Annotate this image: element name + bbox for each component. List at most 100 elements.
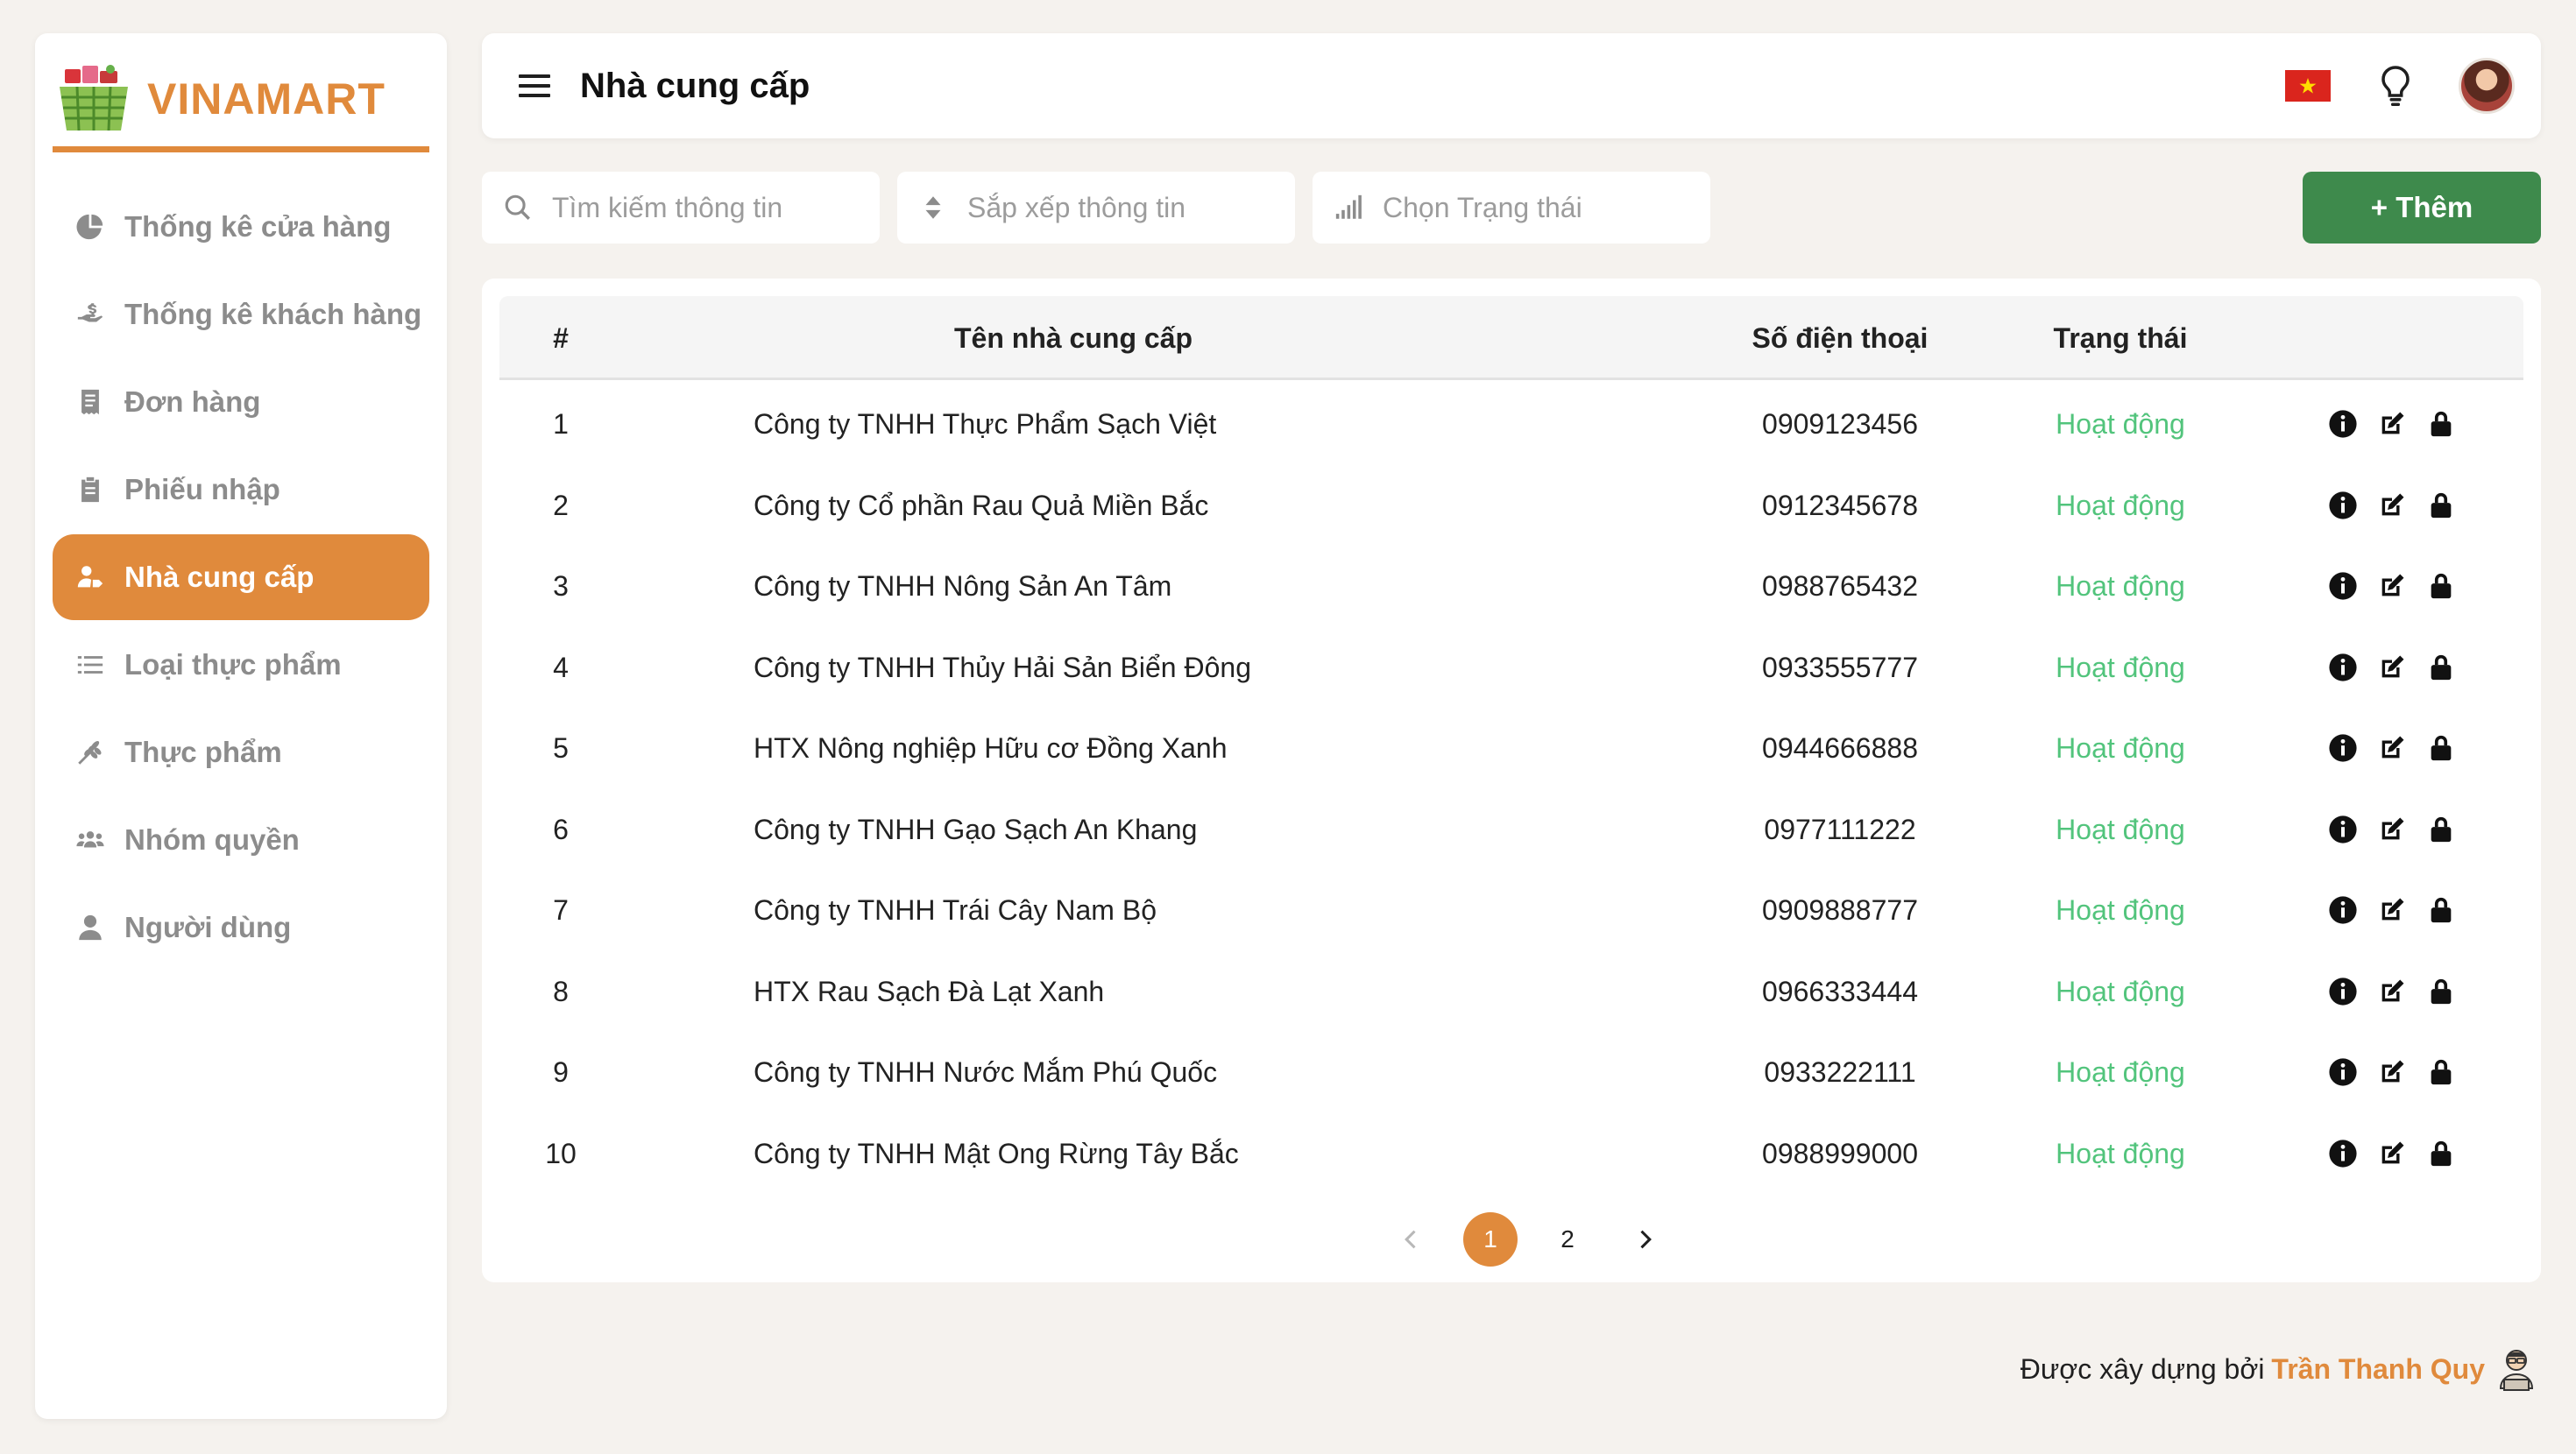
lock-button[interactable] (2426, 895, 2456, 925)
row-actions (2287, 1032, 2497, 1112)
sidebar-item-label: Người dùng (124, 911, 292, 943)
clipboard-icon (74, 473, 107, 506)
supplier-phone: 0966333444 (1762, 975, 1918, 1007)
list-icon (74, 648, 107, 681)
status-badge: Hoạt động (2056, 489, 2185, 521)
row-index: 8 (553, 975, 569, 1007)
info-button[interactable] (2328, 815, 2358, 844)
row-actions (2287, 1113, 2497, 1194)
hand-dollar-icon (74, 298, 107, 331)
sidebar-item-label: Phiếu nhập (124, 473, 280, 505)
hamburger-icon (519, 74, 550, 97)
lock-button[interactable] (2426, 815, 2456, 844)
edit-button[interactable] (2377, 733, 2407, 763)
table-row: 6 Công ty TNHH Gạo Sạch An Khang 0977111… (499, 789, 2523, 870)
sidebar-item-food-categories[interactable]: Loại thực phẩm (53, 622, 429, 708)
status-badge: Hoạt động (2056, 732, 2185, 764)
supplier-name: Công ty TNHH Thủy Hải Sản Biển Đông (754, 651, 1251, 683)
info-button[interactable] (2328, 409, 2358, 439)
lock-icon (2431, 492, 2452, 518)
info-button[interactable] (2328, 733, 2358, 763)
edit-button[interactable] (2377, 653, 2407, 682)
sidebar-item-suppliers[interactable]: Nhà cung cấp (53, 534, 429, 620)
lock-icon (2431, 735, 2452, 761)
receipt-icon (74, 385, 107, 419)
status-badge: Hoạt động (2056, 1137, 2185, 1169)
row-actions (2287, 627, 2497, 708)
status-badge: Hoạt động (2056, 975, 2185, 1007)
status-placeholder: Chọn Trạng thái (1383, 191, 1582, 223)
lock-button[interactable] (2426, 1057, 2456, 1087)
supplier-phone: 0933555777 (1762, 651, 1918, 683)
info-button[interactable] (2328, 1057, 2358, 1087)
user-avatar[interactable] (2459, 58, 2515, 114)
edit-icon (2381, 817, 2404, 839)
lock-icon (2431, 1140, 2452, 1166)
sidebar-item-label: Loại thực phẩm (124, 648, 342, 681)
sidebar-item-import-receipts[interactable]: Phiếu nhập (53, 447, 429, 533)
lock-button[interactable] (2426, 409, 2456, 439)
info-button[interactable] (2328, 1139, 2358, 1168)
row-index: 2 (553, 489, 569, 521)
lock-button[interactable] (2426, 653, 2456, 682)
sidebar-item-store-stats[interactable]: Thống kê cửa hàng (53, 184, 429, 270)
sort-select[interactable]: Sắp xếp thông tin (897, 172, 1295, 244)
page-button-1[interactable]: 1 (1463, 1212, 1518, 1267)
info-icon (2329, 977, 2357, 1006)
edit-button[interactable] (2377, 895, 2407, 925)
add-supplier-button[interactable]: + Thêm (2303, 172, 2541, 244)
menu-toggle-button[interactable] (517, 68, 552, 103)
sidebar-item-customer-stats[interactable]: Thống kê khách hàng (53, 272, 429, 357)
supplier-phone: 0909888777 (1762, 894, 1918, 926)
page-title: Nhà cung cấp (580, 66, 810, 105)
lock-button[interactable] (2426, 491, 2456, 520)
next-page-button[interactable] (1617, 1212, 1672, 1267)
brand[interactable]: VINAMART (53, 51, 429, 152)
edit-button[interactable] (2377, 409, 2407, 439)
info-icon (2329, 410, 2357, 438)
edit-button[interactable] (2377, 1057, 2407, 1087)
edit-button[interactable] (2377, 1139, 2407, 1168)
table-header: # Tên nhà cung cấp Số điện thoại Trạng t… (499, 296, 2523, 380)
supplier-name: Công ty TNHH Mật Ong Rừng Tây Bắc (754, 1137, 1239, 1169)
edit-button[interactable] (2377, 977, 2407, 1006)
sidebar-item-label: Nhóm quyền (124, 823, 300, 856)
search-input[interactable]: Tìm kiếm thông tin (482, 172, 880, 244)
lock-button[interactable] (2426, 1139, 2456, 1168)
edit-button[interactable] (2377, 491, 2407, 520)
edit-button[interactable] (2377, 815, 2407, 844)
lock-icon (2431, 978, 2452, 1004)
sidebar-item-label: Thống kê cửa hàng (124, 210, 392, 243)
edit-button[interactable] (2377, 571, 2407, 601)
supplier-phone: 0912345678 (1762, 489, 1918, 521)
info-button[interactable] (2328, 653, 2358, 682)
language-selector[interactable] (2285, 70, 2331, 102)
footer-text: Được xây dựng bởi (2020, 1352, 2265, 1385)
row-index: 7 (553, 894, 569, 926)
info-button[interactable] (2328, 571, 2358, 601)
status-badge: Hoạt động (2056, 813, 2185, 845)
info-button[interactable] (2328, 895, 2358, 925)
status-select[interactable]: Chọn Trạng thái (1313, 172, 1710, 244)
sidebar-item-orders[interactable]: Đơn hàng (53, 359, 429, 445)
lock-button[interactable] (2426, 571, 2456, 601)
sidebar-item-food[interactable]: Thực phẩm (53, 709, 429, 795)
pie-chart-icon (74, 210, 107, 244)
lock-button[interactable] (2426, 733, 2456, 763)
page-button-2[interactable]: 2 (1540, 1212, 1595, 1267)
info-icon (2329, 572, 2357, 600)
table-row: 4 Công ty TNHH Thủy Hải Sản Biển Đông 09… (499, 627, 2523, 708)
sidebar-item-permission-groups[interactable]: Nhóm quyền (53, 797, 429, 883)
status-badge: Hoạt động (2056, 651, 2185, 683)
info-icon (2329, 491, 2357, 519)
footer-author[interactable]: Trần Thanh Quy (2271, 1353, 2485, 1386)
prev-page-button[interactable] (1384, 1212, 1439, 1267)
info-button[interactable] (2328, 977, 2358, 1006)
table-row: 1 Công ty TNHH Thực Phẩm Sạch Việt 09091… (499, 384, 2523, 464)
info-button[interactable] (2328, 491, 2358, 520)
lightbulb-icon[interactable] (2376, 64, 2415, 108)
lock-button[interactable] (2426, 977, 2456, 1006)
sidebar-nav: Thống kê cửa hàng Thống kê khách hàng Đơ… (53, 184, 429, 972)
sidebar-item-users[interactable]: Người dùng (53, 885, 429, 971)
chevron-right-icon (1640, 1230, 1652, 1249)
